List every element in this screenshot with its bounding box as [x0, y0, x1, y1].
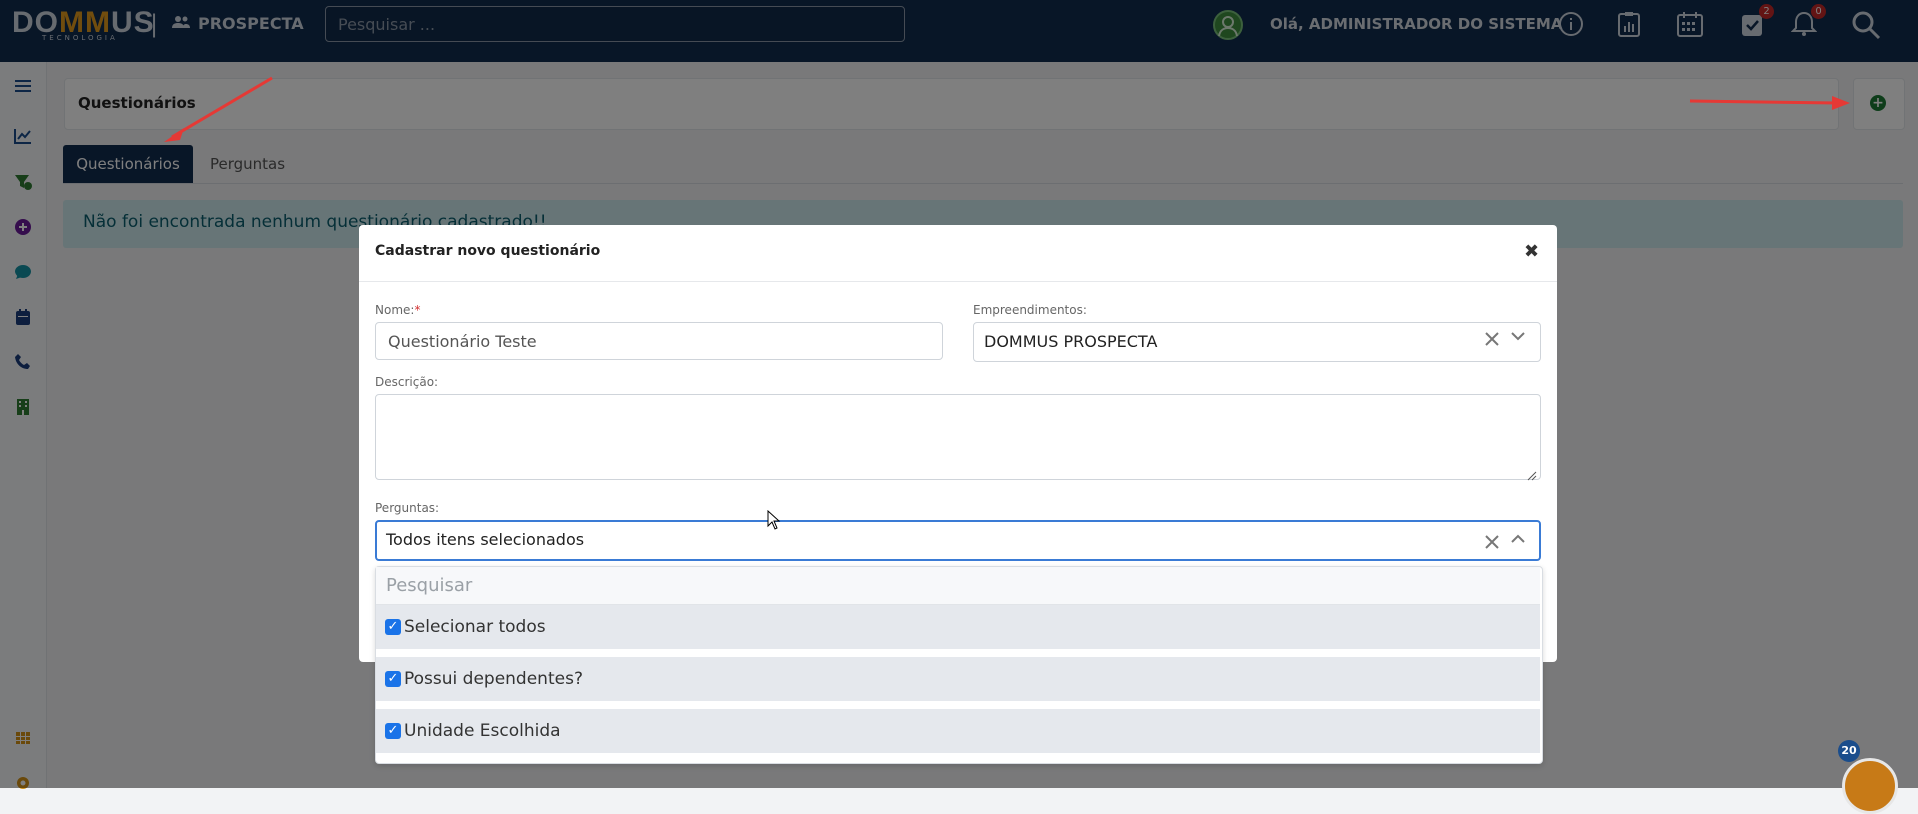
nome-field[interactable]: [375, 322, 943, 360]
descricao-textarea[interactable]: [375, 394, 1541, 480]
nome-label: Nome:*: [375, 303, 421, 317]
close-icon[interactable]: ✖: [1524, 241, 1539, 262]
chevron-down-icon[interactable]: [1510, 330, 1526, 346]
option-unidade-escolhida[interactable]: ✓ Unidade Escolhida: [376, 709, 1540, 753]
modal-title: Cadastrar novo questionário: [375, 243, 601, 259]
empreendimentos-label: Empreendimentos:: [973, 303, 1087, 317]
clear-perguntas-icon[interactable]: [1484, 531, 1500, 555]
option-label: Selecionar todos: [404, 617, 546, 637]
clear-empreendimentos-icon[interactable]: [1484, 328, 1500, 352]
checkbox-checked-icon[interactable]: ✓: [385, 723, 401, 739]
empreendimentos-value: DOMMUS PROSPECTA: [984, 332, 1158, 351]
softphone-widget[interactable]: [1842, 758, 1898, 814]
descricao-label: Descrição:: [375, 375, 439, 389]
option-label: Possui dependentes?: [404, 669, 583, 689]
dropdown-search-input[interactable]: [376, 567, 1540, 605]
option-select-all[interactable]: ✓ Selecionar todos: [376, 605, 1540, 649]
perguntas-value: Todos itens selecionados: [386, 530, 585, 549]
checkbox-checked-icon[interactable]: ✓: [385, 671, 401, 687]
mouse-cursor-icon: [767, 509, 781, 534]
perguntas-label: Perguntas:: [375, 501, 440, 515]
checkbox-checked-icon[interactable]: ✓: [385, 619, 401, 635]
softphone-count-badge: 20: [1838, 740, 1860, 762]
option-label: Unidade Escolhida: [404, 721, 561, 741]
resize-handle-icon[interactable]: [1527, 466, 1537, 485]
modal-header-divider: [359, 281, 1557, 282]
option-possui-dependentes[interactable]: ✓ Possui dependentes?: [376, 657, 1540, 701]
chevron-up-icon[interactable]: [1510, 533, 1526, 549]
